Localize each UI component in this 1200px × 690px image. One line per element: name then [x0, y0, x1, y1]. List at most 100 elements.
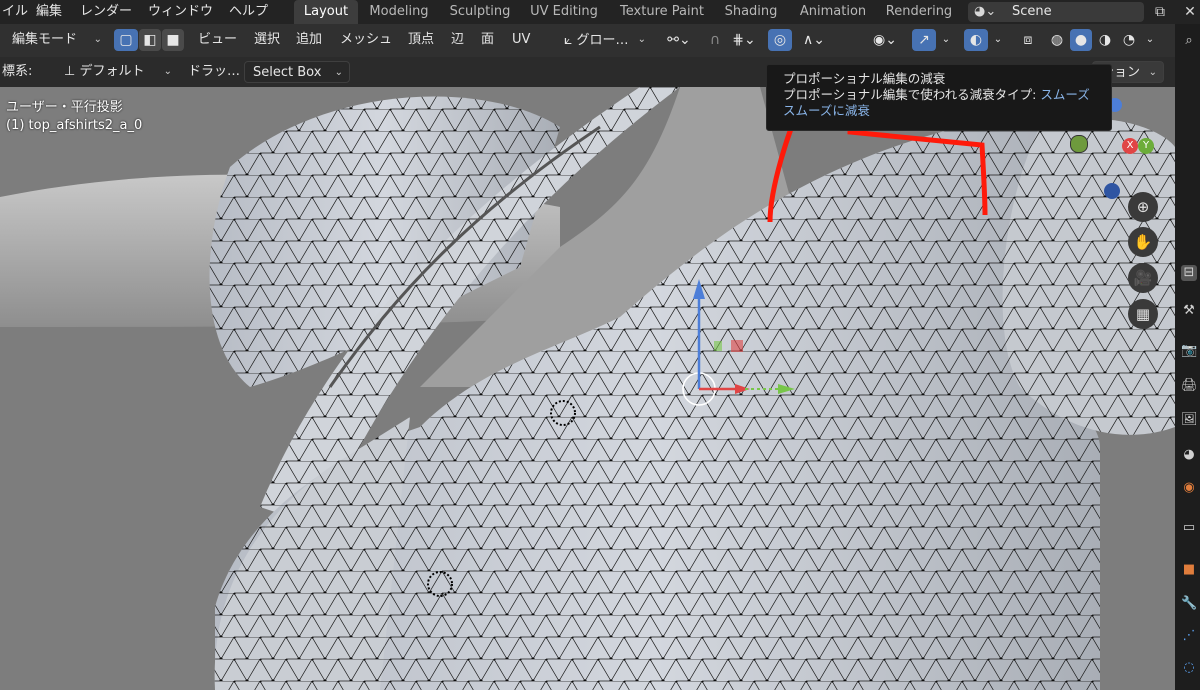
xray-toggle-icon[interactable]: ⧈ — [1016, 29, 1040, 51]
overlay-icon: ◐ — [969, 32, 983, 48]
chevron-down-icon[interactable]: ⌄ — [990, 29, 1006, 51]
transform-affect-icon[interactable]: ⚯⌄ — [664, 29, 694, 51]
zoom-icon: ⊕ — [1136, 198, 1150, 216]
object-properties-icon[interactable]: ■ — [1181, 562, 1197, 578]
camera-button[interactable]: 🎥 — [1128, 263, 1158, 293]
falloff-tooltip: プロポーショナル編集の減衰 プロポーショナル編集で使われる減衰タイプ: スムーズ… — [766, 64, 1112, 131]
menu-edge[interactable]: 辺 — [451, 29, 464, 51]
world-properties-icon[interactable]: ◉ — [1181, 480, 1197, 496]
chevron-down-icon: ⌄ — [163, 66, 172, 77]
select-box-dropdown[interactable]: Select Box ⌄ — [244, 61, 350, 83]
shading-wireframe-icon[interactable]: ◍ — [1046, 29, 1068, 51]
mode-dropdown[interactable]: 編集モード ⌄ — [2, 29, 108, 51]
modifier-wrench-icon[interactable]: 🔧 — [1181, 596, 1197, 612]
output-properties-icon[interactable]: 🖨 — [1181, 378, 1198, 394]
scene-properties-icon[interactable]: ◕ — [1181, 447, 1197, 463]
shading-rendered-icon[interactable]: ◔ — [1118, 29, 1140, 51]
gizmo-x-ball[interactable]: X — [1122, 138, 1138, 154]
proportional-editing-icon: ◎ — [773, 32, 787, 48]
tab-texture-paint[interactable]: Texture Paint — [612, 0, 712, 24]
tooltip-falloff-value: スムーズ — [1040, 87, 1090, 102]
active-tool-tab-icon[interactable]: ⊟ — [1181, 265, 1197, 281]
top-menubar: イル 編集 レンダー ウィンドウ ヘルプ Layout Modeling Scu… — [0, 0, 1200, 24]
menu-uv[interactable]: UV — [512, 29, 530, 51]
proportional-editing-button[interactable]: ◎ — [768, 29, 792, 51]
visibility-eye-icon[interactable]: ◉⌄ — [868, 29, 902, 51]
edge-select-button[interactable]: ◧ — [139, 29, 161, 51]
menu-add[interactable]: 追加 — [296, 29, 322, 51]
chevron-down-icon: ⌄ — [1148, 67, 1157, 78]
gizmo-neg-z-ball[interactable] — [1104, 183, 1120, 199]
menu-view[interactable]: ビュー — [198, 29, 237, 51]
viewport-3d[interactable]: ユーザー・平行投影 (1) top_afshirts2_a_0 X Y ⊕ ✋ … — [0, 87, 1175, 690]
particles-icon[interactable]: ⋰ — [1181, 628, 1197, 644]
menu-edit[interactable]: 編集 — [36, 0, 62, 24]
menu-render[interactable]: レンダー — [80, 0, 132, 24]
chevron-down-icon[interactable]: ⌄ — [1142, 29, 1158, 51]
mesh-render — [0, 87, 1175, 690]
overlay-toggle-button[interactable]: ◐ — [964, 29, 988, 51]
face-select-button[interactable]: ■ — [162, 29, 184, 51]
ortho-toggle-button[interactable]: ▦ — [1128, 299, 1158, 329]
orientation-label: デフォルト — [79, 64, 145, 79]
scene-name: Scene — [1012, 4, 1052, 19]
view-layer-icon[interactable]: 🖼 — [1181, 412, 1198, 428]
edge-select-icon: ◧ — [143, 32, 157, 48]
vertex-select-button[interactable]: ▢ — [114, 29, 138, 51]
gizmo-neg-y-ball[interactable] — [1070, 135, 1088, 153]
orientation-dropdown[interactable]: ⊥ デフォルト ⌄ — [60, 61, 178, 83]
tab-sculpting[interactable]: Sculpting — [442, 0, 518, 24]
coord-system-label: 標系: — [2, 64, 33, 79]
render-properties-icon[interactable]: 📷 — [1181, 343, 1197, 359]
menu-mesh[interactable]: メッシュ — [340, 29, 392, 51]
viewport-header: 編集モード ⌄ ▢ ◧ ■ ビュー 選択 追加 メッシュ 頂点 辺 面 UV ⟀… — [0, 24, 1175, 57]
tooltip-description-prefix: プロポーショナル編集で使われる減衰タイプ: — [783, 87, 1041, 102]
vertex-select-icon: ▢ — [119, 32, 133, 48]
select-box-label: Select Box — [253, 65, 322, 80]
copy-scene-icon[interactable]: ⧉ — [1150, 2, 1170, 22]
tab-shading[interactable]: Shading — [720, 0, 782, 24]
tooltip-description: プロポーショナル編集で使われる減衰タイプ: スムーズ — [783, 87, 1111, 103]
tooltip-falloff-hint: スムーズに減衰 — [783, 103, 870, 118]
tab-animation[interactable]: Animation — [790, 0, 876, 24]
view-name: ユーザー・平行投影 — [6, 100, 123, 115]
chevron-down-icon: ⌄ — [637, 34, 646, 45]
mode-label: 編集モード — [12, 32, 78, 47]
gizmo-y-ball[interactable]: Y — [1138, 138, 1154, 154]
snap-target-icon[interactable]: ⋕⌄ — [728, 29, 760, 51]
shading-material-icon[interactable]: ◑ — [1094, 29, 1116, 51]
menu-help[interactable]: ヘルプ — [229, 0, 268, 24]
grid-icon: ▦ — [1135, 305, 1151, 323]
tab-layout[interactable]: Layout — [294, 0, 358, 24]
snap-magnet-icon[interactable]: ∩ — [704, 29, 726, 51]
orientation-axes-icon: ⊥ — [64, 64, 76, 79]
tool-settings-icon[interactable]: ⚒ — [1181, 303, 1197, 319]
gizmo-arrow-icon: ↗ — [918, 32, 930, 48]
menu-window[interactable]: ウィンドウ — [148, 0, 213, 24]
chevron-down-icon[interactable]: ⌄ — [938, 29, 954, 51]
shading-solid-button[interactable]: ● — [1070, 29, 1092, 51]
gizmo-toggle-button[interactable]: ↗ — [912, 29, 936, 51]
falloff-smooth-icon[interactable]: ∧⌄ — [798, 29, 830, 51]
collection-properties-icon[interactable]: ▭ — [1181, 520, 1197, 536]
camera-icon: 🎥 — [1133, 269, 1153, 287]
menu-select[interactable]: 選択 — [254, 29, 280, 51]
scene-selector[interactable]: ◕⌄ Scene — [968, 2, 1144, 22]
properties-search-icon[interactable]: ⌕ — [1181, 33, 1197, 49]
menu-vertex[interactable]: 頂点 — [408, 29, 434, 51]
menu-face[interactable]: 面 — [481, 29, 494, 51]
tab-rendering[interactable]: Rendering — [882, 0, 956, 24]
physics-icon[interactable]: ◌ — [1181, 660, 1197, 676]
pivot-dropdown[interactable]: ⟀ グロー… ⌄ — [560, 29, 652, 51]
chevron-down-icon: ⌄ — [334, 67, 343, 78]
tab-uv-editing[interactable]: UV Editing — [524, 0, 604, 24]
menu-file[interactable]: イル — [2, 0, 28, 24]
zoom-button[interactable]: ⊕ — [1128, 192, 1158, 222]
tab-modeling[interactable]: Modeling — [362, 0, 436, 24]
pan-button[interactable]: ✋ — [1128, 227, 1158, 257]
remove-scene-icon[interactable]: ✕ — [1180, 2, 1200, 22]
shading-solid-icon: ● — [1074, 32, 1088, 48]
face-select-icon: ■ — [166, 32, 180, 48]
drag-label: ドラッ… — [188, 64, 241, 79]
hand-icon: ✋ — [1133, 233, 1153, 251]
